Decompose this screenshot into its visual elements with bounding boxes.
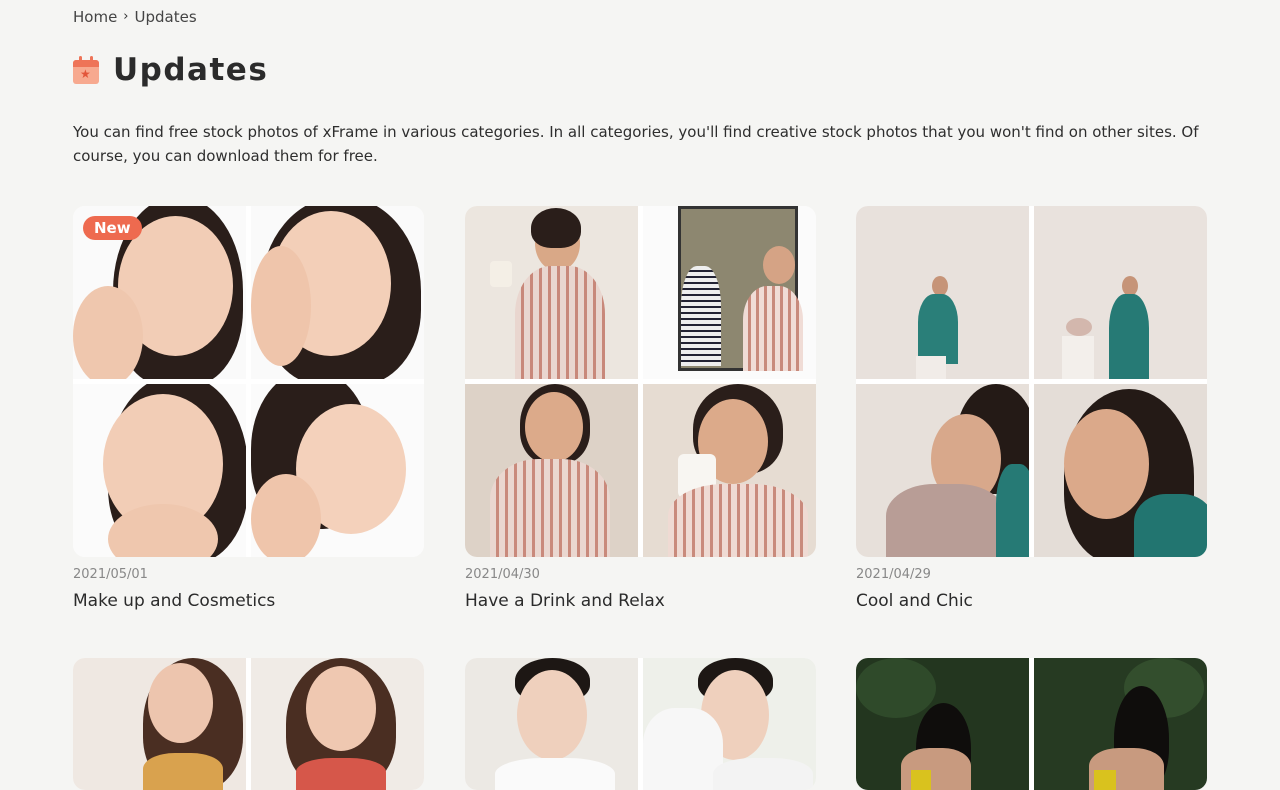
- thumbnail-image[interactable]: [251, 384, 424, 557]
- thumbnail-image[interactable]: [465, 384, 638, 557]
- photo-grid[interactable]: [856, 658, 1207, 790]
- thumbnail-image[interactable]: [251, 658, 424, 790]
- update-card[interactable]: 2021/04/29 Cool and Chic: [856, 206, 1207, 611]
- update-card[interactable]: [73, 658, 424, 790]
- update-card[interactable]: [856, 658, 1207, 790]
- thumbnail-image[interactable]: [73, 384, 246, 557]
- thumbnail-image[interactable]: [856, 658, 1029, 790]
- thumbnail-image[interactable]: [1034, 206, 1207, 379]
- page-title: Updates: [113, 52, 269, 88]
- card-title[interactable]: Cool and Chic: [856, 591, 1207, 611]
- photo-grid[interactable]: [73, 206, 424, 557]
- thumbnail-image[interactable]: [856, 206, 1029, 379]
- photo-grid[interactable]: [465, 658, 816, 790]
- updates-page: Home › Updates ★ Updates You can find fr…: [0, 0, 1280, 790]
- card-title[interactable]: Have a Drink and Relax: [465, 591, 816, 611]
- calendar-star-icon: ★: [73, 56, 99, 84]
- photo-grid[interactable]: [465, 206, 816, 557]
- thumbnail-image[interactable]: [643, 384, 816, 557]
- thumbnail-image[interactable]: [643, 206, 816, 379]
- page-header: ★ Updates: [73, 52, 268, 88]
- chevron-right-icon: ›: [123, 8, 129, 24]
- update-card[interactable]: New 2021/05/01 Make up and Cosmetics: [73, 206, 424, 611]
- thumbnail-image[interactable]: [643, 658, 816, 790]
- breadcrumb-current: Updates: [134, 8, 197, 26]
- thumbnail-image[interactable]: [465, 206, 638, 379]
- photo-grid[interactable]: [856, 206, 1207, 557]
- thumbnail-image[interactable]: [856, 384, 1029, 557]
- thumbnail-image[interactable]: [73, 658, 246, 790]
- photo-grid[interactable]: [73, 658, 424, 790]
- card-date: 2021/05/01: [73, 567, 148, 582]
- update-card[interactable]: [465, 658, 816, 790]
- thumbnail-image[interactable]: [465, 658, 638, 790]
- thumbnail-image[interactable]: [1034, 658, 1207, 790]
- page-intro: You can find free stock photos of xFrame…: [73, 123, 1199, 165]
- card-title[interactable]: Make up and Cosmetics: [73, 591, 424, 611]
- thumbnail-image[interactable]: [1034, 384, 1207, 557]
- update-card[interactable]: 2021/04/30 Have a Drink and Relax: [465, 206, 816, 611]
- card-date: 2021/04/30: [465, 567, 540, 582]
- thumbnail-image[interactable]: [251, 206, 424, 379]
- breadcrumb: Home › Updates: [73, 8, 197, 26]
- card-date: 2021/04/29: [856, 567, 931, 582]
- breadcrumb-home-link[interactable]: Home: [73, 8, 117, 26]
- new-badge: New: [83, 216, 142, 240]
